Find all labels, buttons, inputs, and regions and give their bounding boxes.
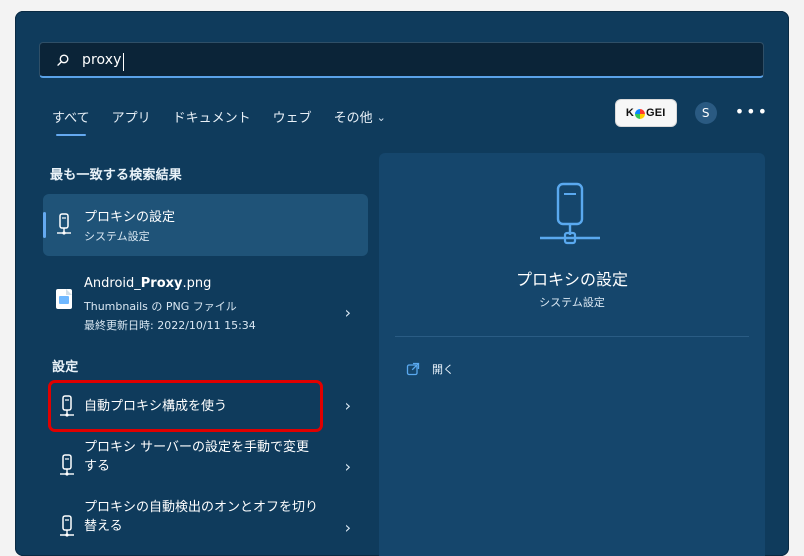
- open-label: 開く: [432, 363, 454, 376]
- tab-apps[interactable]: アプリ: [112, 107, 151, 136]
- search-panel: proxy すべて アプリ ドキュメント ウェブ その他 ⌄ K GEI S ••…: [15, 11, 789, 556]
- preview-divider: [395, 336, 749, 337]
- open-action[interactable]: 開く: [406, 361, 454, 377]
- org-logo-badge[interactable]: K GEI: [614, 99, 677, 127]
- user-avatar[interactable]: S: [694, 102, 717, 124]
- best-match-result[interactable]: プロキシの設定 システム設定: [43, 194, 368, 256]
- network-proxy-icon: [57, 213, 71, 235]
- setting-auto-proxy[interactable]: 自動プロキシ構成を使う ›: [43, 384, 368, 429]
- best-match-name: プロキシの設定: [84, 210, 176, 225]
- preview-subtitle: システム設定: [539, 296, 605, 309]
- tab-web[interactable]: ウェブ: [273, 107, 312, 136]
- best-match-title: 最も一致する検索結果: [50, 168, 183, 183]
- search-input[interactable]: proxy: [82, 53, 122, 67]
- chevron-right-icon[interactable]: ›: [345, 520, 351, 536]
- logo-text-left: K: [625, 107, 634, 119]
- tab-all[interactable]: すべて: [52, 107, 90, 136]
- more-options-button[interactable]: •••: [735, 102, 769, 121]
- network-proxy-icon: [60, 454, 74, 476]
- network-proxy-icon: [540, 182, 600, 245]
- file-result[interactable]: Android_Proxy.png Thumbnails の PNG ファイル …: [43, 268, 368, 346]
- image-thumbnail-icon: [59, 296, 69, 304]
- file-name-suffix: .png: [182, 276, 212, 291]
- network-proxy-icon: [60, 515, 74, 537]
- open-external-icon: [406, 362, 420, 376]
- setting-label: プロキシ サーバーの設定を手動で変更する: [84, 440, 310, 474]
- chevron-right-icon[interactable]: ›: [345, 459, 351, 475]
- header-actions: K GEI S •••: [614, 99, 769, 127]
- logo-color-dot: [634, 109, 645, 119]
- selection-indicator: [43, 212, 46, 238]
- tab-documents[interactable]: ドキュメント: [173, 107, 251, 136]
- search-icon: [57, 53, 69, 66]
- chevron-right-icon[interactable]: ›: [345, 305, 351, 321]
- setting-manual-proxy[interactable]: プロキシ サーバーの設定を手動で変更する ›: [43, 437, 368, 497]
- file-modified: 最終更新日時: 2022/10/11 15:34: [84, 319, 256, 332]
- file-name-match: Proxy: [140, 276, 183, 291]
- filter-tabs: すべて アプリ ドキュメント ウェブ その他 ⌄: [52, 107, 386, 136]
- setting-auto-detect[interactable]: プロキシの自動検出のオンとオフを切り替える ›: [43, 497, 368, 556]
- setting-label: プロキシの自動検出のオンとオフを切り替える: [84, 500, 319, 534]
- network-proxy-icon: [60, 395, 74, 417]
- chevron-right-icon[interactable]: ›: [345, 398, 351, 414]
- chevron-down-icon: ⌄: [376, 111, 386, 124]
- settings-section-title: 設定: [52, 360, 79, 375]
- preview-pane: プロキシの設定 システム設定 開く: [379, 153, 765, 556]
- tab-more-label: その他: [333, 111, 373, 126]
- best-match-category: システム設定: [84, 230, 150, 243]
- image-file-icon: [56, 289, 72, 309]
- setting-label: 自動プロキシ構成を使う: [84, 399, 228, 414]
- preview-title: プロキシの設定: [515, 270, 628, 289]
- file-location: Thumbnails の PNG ファイル: [84, 300, 237, 313]
- file-name: Android_Proxy.png: [84, 276, 211, 291]
- tab-more[interactable]: その他 ⌄: [334, 107, 386, 136]
- text-caret: [122, 52, 124, 71]
- logo-text-right: GEI: [645, 107, 666, 119]
- search-box[interactable]: proxy: [39, 42, 764, 78]
- file-name-prefix: Android_: [84, 276, 141, 291]
